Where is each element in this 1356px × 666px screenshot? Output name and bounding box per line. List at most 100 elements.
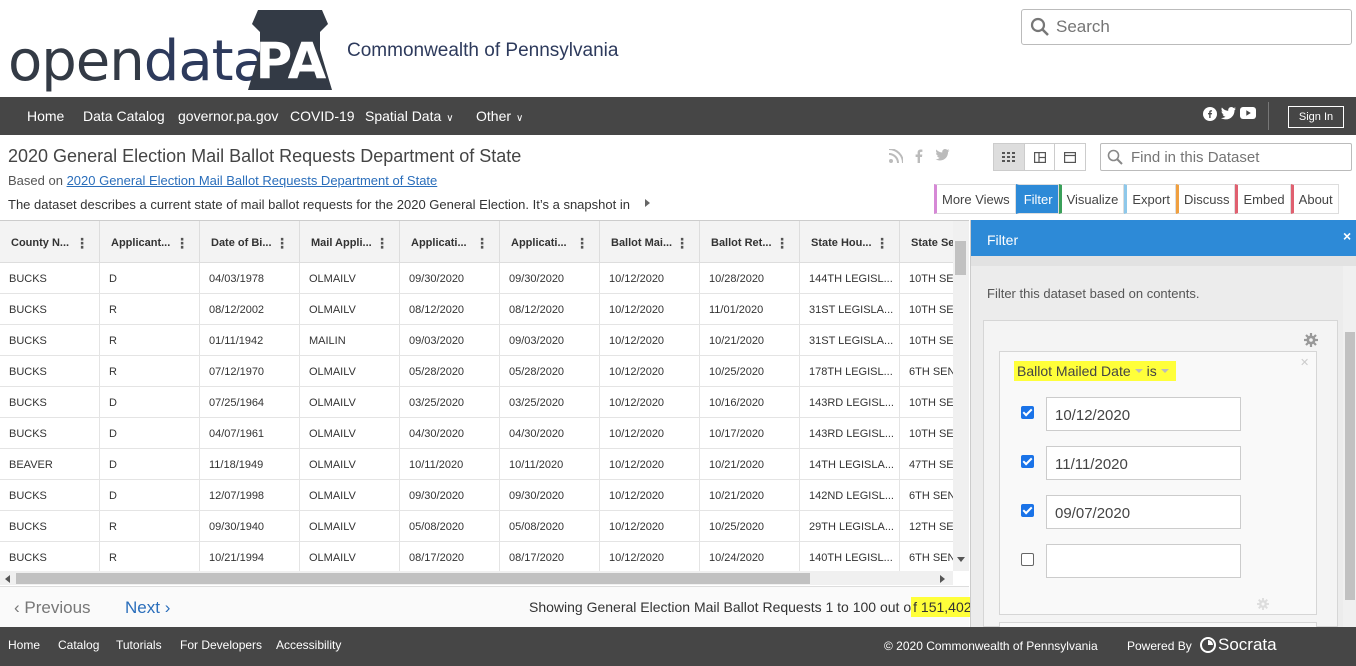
column-menu-icon[interactable]: ⋮ <box>475 235 489 252</box>
rss-icon[interactable] <box>889 149 903 163</box>
tab-visualize[interactable]: Visualize <box>1058 184 1125 214</box>
nav-data-catalog[interactable]: Data Catalog <box>83 108 165 124</box>
facebook-share-icon[interactable] <box>915 149 923 163</box>
previous-page-button[interactable]: ‹ Previous <box>14 598 91 618</box>
column-menu-icon[interactable]: ⋮ <box>775 235 789 252</box>
filter-value-input[interactable]: 10/12/2020 <box>1046 397 1241 431</box>
facebook-icon[interactable] <box>1203 107 1217 121</box>
gear-icon[interactable] <box>1257 598 1269 610</box>
nav-spatial-data[interactable]: Spatial Data ∨ <box>365 108 454 124</box>
table-row[interactable]: BUCKS D 04/07/1961 OLMAILV 04/30/2020 04/30/2… <box>0 418 962 449</box>
column-header[interactable]: Mail Appli... ⋮ <box>300 221 400 263</box>
socrata-logo[interactable]: Socrata <box>1200 635 1277 655</box>
table-cell: 10/12/2020 <box>600 511 700 542</box>
find-in-dataset-box[interactable] <box>1100 143 1352 171</box>
table-row[interactable]: BUCKS D 04/03/1978 OLMAILV 09/30/2020 09/30/2… <box>0 263 962 294</box>
footer-link-developers[interactable]: For Developers <box>180 638 262 652</box>
site-logo[interactable]: open data <box>8 10 267 90</box>
close-icon[interactable]: × <box>1343 228 1351 244</box>
table-cell: OLMAILV <box>300 418 400 449</box>
row-view-button[interactable] <box>1025 144 1056 170</box>
table-cell: 09/03/2020 <box>400 325 500 356</box>
filter-value-checkbox[interactable] <box>1021 553 1034 566</box>
column-menu-icon[interactable]: ⋮ <box>575 235 589 252</box>
table-row[interactable]: BUCKS R 08/12/2002 OLMAILV 08/12/2020 08/12/2… <box>0 294 962 325</box>
table-row[interactable]: BUCKS R 09/30/1940 OLMAILV 05/08/2020 05/08/2… <box>0 511 962 542</box>
youtube-icon[interactable] <box>1240 107 1256 119</box>
filter-operator-dropdown[interactable]: is <box>1147 363 1157 379</box>
column-header[interactable]: Applicati... ⋮ <box>500 221 600 263</box>
gear-icon[interactable] <box>1304 333 1318 347</box>
nav-home[interactable]: Home <box>27 108 64 124</box>
table-cell: 04/07/1961 <box>200 418 300 449</box>
horizontal-scrollbar[interactable] <box>0 571 953 585</box>
sign-in-button[interactable]: Sign In <box>1288 106 1344 128</box>
scroll-right-arrow-icon[interactable] <box>940 575 945 583</box>
column-header-label: Applicant... <box>111 237 171 249</box>
horizontal-scrollbar-thumb[interactable] <box>16 573 810 584</box>
filter-value-checkbox[interactable] <box>1021 455 1034 468</box>
find-in-dataset-input[interactable] <box>1131 147 1347 167</box>
table-row[interactable]: BUCKS R 10/21/1994 OLMAILV 08/17/2020 08/17/2… <box>0 542 955 573</box>
column-menu-icon[interactable]: ⋮ <box>675 235 689 252</box>
filter-value-input[interactable]: 09/07/2020 <box>1046 495 1241 529</box>
table-cell: 10/24/2020 <box>700 542 800 573</box>
filter-column-dropdown[interactable]: Ballot Mailed Date <box>1017 363 1131 379</box>
tab-about[interactable]: About <box>1290 184 1339 214</box>
tab-discuss[interactable]: Discuss <box>1175 184 1236 214</box>
next-page-button[interactable]: Next › <box>125 598 170 618</box>
column-header[interactable]: County N... ⋮ <box>0 221 100 263</box>
table-cell: 08/17/2020 <box>500 542 600 573</box>
table-row[interactable]: BUCKS R 01/11/1942 MAILIN 09/03/2020 09/03/20… <box>0 325 962 356</box>
page-view-button[interactable] <box>1055 144 1085 170</box>
filter-condition-selector[interactable]: Ballot Mailed Date is <box>1014 361 1176 381</box>
table-cell: 14TH LEGISLA... <box>800 449 900 480</box>
tab-filter[interactable]: Filter <box>1015 184 1059 214</box>
nav-governor[interactable]: governor.pa.gov <box>178 108 278 124</box>
site-search-input[interactable] <box>1056 14 1346 40</box>
footer-link-accessibility[interactable]: Accessibility <box>276 638 341 652</box>
based-on-link[interactable]: 2020 General Election Mail Ballot Reques… <box>67 173 438 188</box>
column-header[interactable]: State Hou... ⋮ <box>800 221 900 263</box>
table-row[interactable]: BUCKS R 07/12/1970 OLMAILV 05/28/2020 05/28/2… <box>0 356 955 387</box>
nav-covid[interactable]: COVID-19 <box>290 108 355 124</box>
twitter-share-icon[interactable] <box>935 149 950 161</box>
table-cell: OLMAILV <box>300 542 400 573</box>
column-header[interactable]: Ballot Mai... ⋮ <box>600 221 700 263</box>
filter-value-checkbox[interactable] <box>1021 504 1034 517</box>
footer-link-tutorials[interactable]: Tutorials <box>116 638 162 652</box>
table-row[interactable]: BUCKS D 12/07/1998 OLMAILV 09/30/2020 09/30/2… <box>0 480 955 511</box>
vertical-scrollbar[interactable] <box>953 221 969 571</box>
footer-link-home[interactable]: Home <box>8 638 40 652</box>
filter-value-input[interactable]: 11/11/2020 <box>1046 446 1241 480</box>
remove-condition-icon[interactable]: ✕ <box>1300 356 1309 369</box>
table-row[interactable]: BUCKS D 07/25/1964 OLMAILV 03/25/2020 03/25/2… <box>0 387 962 418</box>
tab-embed[interactable]: Embed <box>1235 184 1291 214</box>
filter-panel-scrollbar[interactable] <box>1343 266 1356 627</box>
column-menu-icon[interactable]: ⋮ <box>875 235 889 252</box>
column-menu-icon[interactable]: ⋮ <box>75 235 89 252</box>
site-search-box[interactable] <box>1021 9 1352 45</box>
filter-panel-scrollbar-thumb[interactable] <box>1345 332 1355 600</box>
twitter-icon[interactable] <box>1221 107 1236 120</box>
grid-view-button[interactable] <box>994 144 1025 170</box>
filter-value-input[interactable] <box>1046 544 1241 578</box>
column-header[interactable]: Applicati... ⋮ <box>400 221 500 263</box>
column-menu-icon[interactable]: ⋮ <box>175 235 189 252</box>
column-menu-icon[interactable]: ⋮ <box>375 235 389 252</box>
vertical-scrollbar-thumb[interactable] <box>955 241 966 275</box>
column-menu-icon[interactable]: ⋮ <box>275 235 289 252</box>
footer-link-catalog[interactable]: Catalog <box>58 638 99 652</box>
chevron-down-icon: ∨ <box>516 113 524 124</box>
column-header[interactable]: Ballot Ret... ⋮ <box>700 221 800 263</box>
nav-other[interactable]: Other ∨ <box>476 108 523 124</box>
scroll-left-arrow-icon[interactable] <box>5 575 10 583</box>
tab-more-views[interactable]: More Views <box>934 184 1016 214</box>
table-row[interactable]: BEAVER D 11/18/1949 OLMAILV 10/11/2020 10/11/… <box>0 449 962 480</box>
column-header[interactable]: Applicant... ⋮ <box>100 221 200 263</box>
tab-export[interactable]: Export <box>1124 184 1176 214</box>
filter-value-checkbox[interactable] <box>1021 406 1034 419</box>
column-header[interactable]: Date of Bi... ⋮ <box>200 221 300 263</box>
expand-description-icon[interactable] <box>645 199 650 207</box>
scroll-down-arrow-icon[interactable] <box>957 557 965 562</box>
